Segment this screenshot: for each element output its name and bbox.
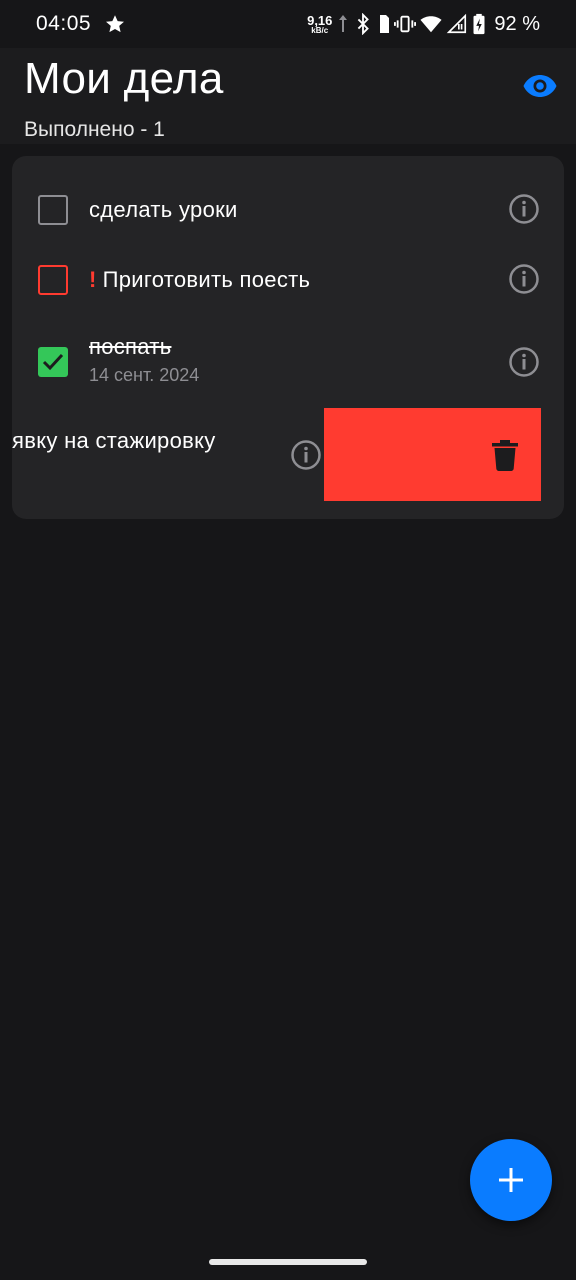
task-row[interactable]: ! Приготовить поесть	[12, 226, 564, 296]
wifi-icon	[420, 16, 442, 33]
completed-count: Выполнено - 1	[24, 118, 165, 141]
battery-percent: 92 %	[494, 12, 540, 35]
network-speed: 9,16 kB/c	[307, 14, 332, 35]
task-checkbox-important[interactable]	[38, 265, 68, 295]
battery-charging-icon	[473, 13, 485, 35]
trash-icon	[492, 440, 518, 471]
plus-icon	[499, 1168, 523, 1192]
delete-action[interactable]	[324, 408, 541, 501]
info-icon[interactable]	[508, 346, 540, 378]
task-date: 14 сент. 2024	[89, 365, 200, 385]
task-text: поспать	[89, 334, 172, 359]
status-bar: 04:05 9,16 kB/c 92 %	[0, 0, 576, 48]
task-text: Приготовить поесть	[102, 267, 311, 292]
task-row[interactable]: поспать 14 сент. 2024	[12, 296, 564, 396]
task-text: сделать уроки	[89, 197, 238, 222]
info-icon[interactable]	[508, 263, 540, 295]
sim-icon	[380, 15, 390, 33]
check-icon	[42, 353, 64, 371]
app-header: Мои дела Выполнено - 1	[0, 48, 576, 144]
eye-icon	[523, 75, 557, 97]
task-text: явку на стажировку	[12, 428, 216, 453]
add-task-button[interactable]	[470, 1139, 552, 1221]
status-time: 04:05	[36, 12, 92, 35]
status-icons: 9,16 kB/c 92 %	[307, 11, 540, 37]
important-mark: !	[89, 267, 97, 292]
network-speed-value: 9,16	[307, 12, 333, 28]
task-checkbox-checked[interactable]	[38, 347, 68, 377]
task-text-row: ! Приготовить поесть	[89, 267, 310, 293]
gesture-nav-handle[interactable]	[209, 1259, 367, 1265]
page-title: Мои дела	[24, 54, 224, 103]
signal-icon	[447, 13, 467, 34]
network-speed-unit: kB/c	[311, 25, 329, 35]
bluetooth-icon	[358, 13, 370, 35]
vibrate-icon	[394, 15, 417, 33]
task-list: сделать уроки ! Приготовить поесть поспа…	[12, 156, 564, 519]
task-checkbox[interactable]	[38, 195, 68, 225]
info-icon[interactable]	[290, 439, 322, 471]
toggle-visibility-button[interactable]	[520, 66, 560, 106]
screen: 04:05 9,16 kB/c 92 % Мои дела Выполнено …	[0, 0, 576, 1280]
star-icon	[106, 15, 124, 33]
upload-arrow-icon	[339, 15, 348, 32]
info-icon[interactable]	[508, 193, 540, 225]
task-row-swiped[interactable]: явку на стажировку	[12, 408, 564, 501]
